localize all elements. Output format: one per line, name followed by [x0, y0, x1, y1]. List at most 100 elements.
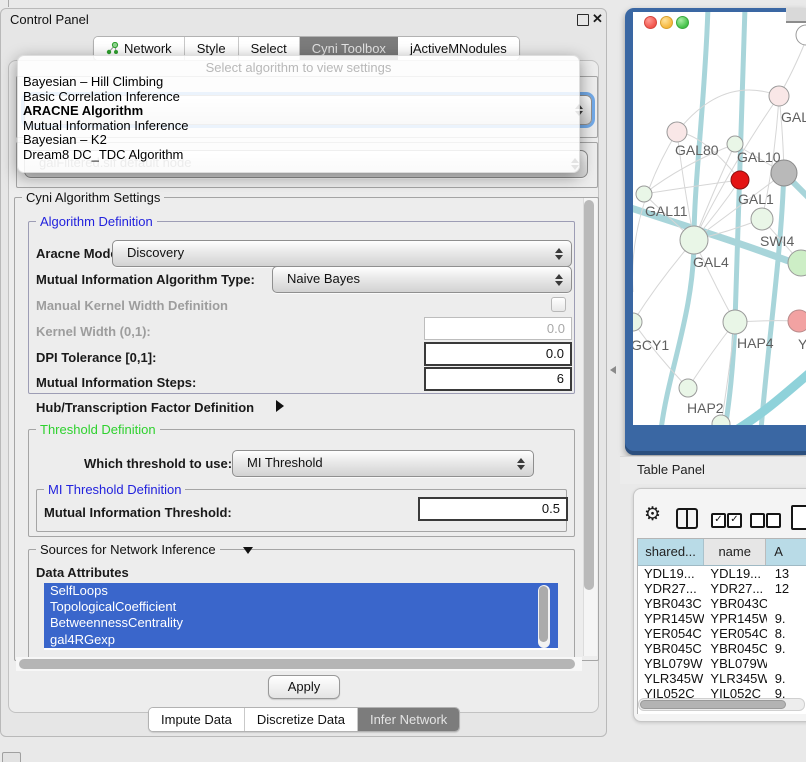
manual-kernel-width-checkbox[interactable]	[551, 297, 566, 312]
list-item-betweennesscentrality[interactable]: BetweennessCentrality	[44, 615, 558, 631]
popup-item-basic-correlation[interactable]: Basic Correlation Inference	[23, 89, 574, 103]
table-rows: YDL19...YDL19...13 YDR27...YDR27...12 YB…	[638, 566, 806, 701]
mi-threshold-group-title: MI Threshold Definition	[44, 482, 185, 497]
node-label: GAL4	[693, 254, 729, 270]
node-hap4[interactable]	[723, 310, 747, 334]
hub-definition-label[interactable]: Hub/Transcription Factor Definition	[36, 400, 254, 415]
select-all-checkbox-icon[interactable]: ✓	[711, 513, 726, 528]
node-gal1[interactable]	[751, 208, 773, 230]
mi-threshold-label: Mutual Information Threshold:	[44, 505, 232, 520]
popup-item-dream8[interactable]: Dream8 DC_TDC Algorithm	[23, 147, 574, 161]
node-hap2[interactable]	[679, 379, 697, 397]
kernel-width-label: Kernel Width (0,1):	[36, 324, 151, 339]
node-label: GAL80	[675, 142, 719, 158]
tab-impute-data[interactable]: Impute Data	[149, 708, 245, 731]
deselect-checkbox-icon[interactable]	[750, 513, 765, 528]
node-gal4[interactable]	[680, 226, 708, 254]
settings-hscrollbar-thumb[interactable]	[19, 659, 575, 669]
sources-title[interactable]: Sources for Network Inference	[36, 542, 220, 557]
manual-kernel-width-label: Manual Kernel Width Definition	[36, 298, 228, 313]
aracne-mode-value: Discovery	[127, 245, 184, 260]
list-item-gal4rgexp[interactable]: gal4RGexp	[44, 632, 558, 648]
deselect-checkbox-icon[interactable]	[766, 513, 781, 528]
tab-infer-network[interactable]: Infer Network	[358, 708, 459, 731]
tab-discretize-data[interactable]: Discretize Data	[245, 708, 358, 731]
table-hscrollbar-thumb[interactable]	[640, 700, 786, 709]
settings-scrollbar-thumb[interactable]	[584, 200, 594, 590]
threshold-definition-title: Threshold Definition	[36, 422, 160, 437]
collapse-icon[interactable]	[243, 547, 253, 554]
close-window-button[interactable]	[644, 16, 657, 29]
popup-placeholder: Select algorithm to view settings	[18, 60, 579, 75]
table-row[interactable]: YBR045CYBR045C9.	[638, 641, 806, 656]
columns-icon[interactable]	[676, 508, 698, 529]
table-row[interactable]: YLR345WYLR345W9.	[638, 671, 806, 686]
column-header-shared-name[interactable]: shared...	[638, 539, 704, 565]
node-swi4[interactable]	[788, 250, 806, 276]
splitter-grip-icon[interactable]	[610, 366, 616, 374]
gear-icon[interactable]: ⚙	[644, 503, 661, 526]
table-row[interactable]: YDL19...YDL19...13	[638, 566, 806, 581]
export-table-icon[interactable]	[791, 505, 806, 530]
node-unlabeled[interactable]	[796, 25, 806, 45]
network-icon	[106, 42, 119, 55]
mi-steps-field[interactable]: 6	[424, 367, 572, 391]
select-all-checkbox-icon[interactable]: ✓	[727, 513, 742, 528]
data-attributes-list: SelfLoops TopologicalCoefficient Between…	[44, 583, 558, 650]
node-gal11[interactable]	[636, 186, 652, 202]
popup-item-mutual-information[interactable]: Mutual Information Inference	[23, 118, 574, 132]
mi-threshold-field[interactable]: 0.5	[418, 497, 568, 521]
table-row[interactable]: YDR27...YDR27...12	[638, 581, 806, 596]
network-graph-canvas[interactable]: GAL GAL80 GAL10 GAL1 GAL11 SWI4 GAL4 GCY…	[633, 12, 806, 425]
zoom-window-button[interactable]	[676, 16, 689, 29]
dpi-tolerance-field[interactable]: 0.0	[424, 342, 572, 366]
node-label: SWI4	[760, 233, 794, 249]
node-label: GAL10	[737, 149, 781, 165]
which-threshold-value: MI Threshold	[247, 455, 323, 470]
table-row[interactable]: YBL079WYBL079W	[638, 656, 806, 671]
aracne-mode-label: Aracne Mode:	[36, 246, 122, 261]
node-gal-pink[interactable]	[769, 86, 789, 106]
node-label: HAP2	[687, 400, 724, 416]
node-gal80[interactable]	[667, 122, 687, 142]
aracne-mode-combo[interactable]: Discovery	[112, 240, 572, 267]
control-panel-title: Control Panel	[10, 12, 89, 27]
mi-algorithm-type-value: Naive Bayes	[287, 271, 360, 286]
node-gcy1[interactable]	[633, 313, 642, 331]
algorithm-definition-title: Algorithm Definition	[36, 214, 157, 229]
close-icon[interactable]: ✕	[592, 11, 603, 27]
algorithm-dropdown-popup: Select algorithm to view settings Bayesi…	[17, 55, 580, 173]
table-panel-title: Table Panel	[637, 462, 705, 477]
table-row[interactable]: YBR043CYBR043C	[638, 596, 806, 611]
cyni-algorithm-settings-title: Cyni Algorithm Settings	[22, 190, 164, 205]
attributes-scrollbar-thumb[interactable]	[539, 586, 548, 642]
node-red-selected[interactable]	[731, 171, 749, 189]
list-item-selfloops[interactable]: SelfLoops	[44, 583, 558, 599]
table-row[interactable]: YPR145WYPR145W9.	[638, 611, 806, 626]
node-label: GAL1	[738, 191, 774, 207]
mi-steps-label: Mutual Information Steps:	[36, 375, 196, 390]
which-threshold-combo[interactable]: MI Threshold	[232, 450, 534, 477]
which-threshold-label: Which threshold to use:	[84, 456, 232, 471]
window-edge-remnant	[8, 0, 9, 7]
combo-arrows-icon	[517, 458, 525, 470]
combo-arrows-icon	[555, 274, 563, 286]
node-label: GAL	[781, 109, 806, 125]
restore-panel-button[interactable]	[2, 752, 21, 762]
column-header-name[interactable]: name	[704, 539, 766, 565]
mi-algorithm-type-combo[interactable]: Naive Bayes	[272, 266, 572, 293]
popup-item-aracne[interactable]: ARACNE Algorithm	[23, 103, 574, 117]
node-salmon[interactable]	[788, 310, 806, 332]
apply-button[interactable]: Apply	[268, 675, 340, 699]
column-header-partial[interactable]: A	[766, 539, 806, 565]
kernel-width-field[interactable]: 0.0	[424, 317, 572, 340]
popup-item-bayesian-hill-climbing[interactable]: Bayesian – Hill Climbing	[23, 74, 574, 88]
popup-item-bayesian-k2[interactable]: Bayesian – K2	[23, 132, 574, 146]
list-item-topologicalcoefficient[interactable]: TopologicalCoefficient	[44, 599, 558, 615]
node-label: HAP4	[737, 335, 774, 351]
expand-icon[interactable]	[276, 400, 284, 412]
float-window-icon[interactable]	[577, 14, 589, 26]
bottom-tabbar: Impute Data Discretize Data Infer Networ…	[148, 707, 460, 732]
minimize-window-button[interactable]	[660, 16, 673, 29]
table-row[interactable]: YER054CYER054C8.	[638, 626, 806, 641]
